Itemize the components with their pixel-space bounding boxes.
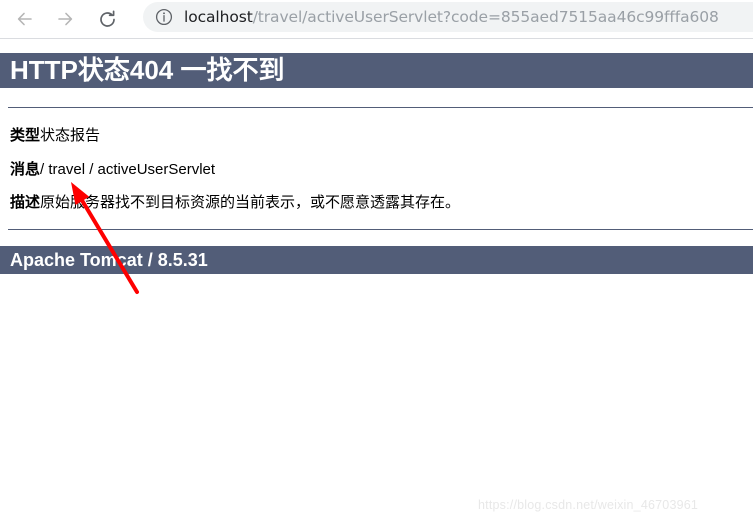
- error-type-row: 类型状态报告: [10, 124, 100, 145]
- error-page-content: HTTP状态404 一找不到 类型状态报告 消息/ travel / activ…: [0, 39, 753, 531]
- divider-top: [8, 107, 753, 108]
- site-info-icon[interactable]: [153, 6, 175, 28]
- divider-bottom: [8, 229, 753, 230]
- error-message-label: 消息: [10, 161, 41, 178]
- error-type-value: 状态报告: [40, 127, 101, 144]
- error-message-row: 消息/ travel / activeUserServlet: [10, 158, 215, 179]
- error-description-label: 描述: [10, 194, 41, 211]
- error-description-value: 原始服务器找不到目标资源的当前表示，或不愿意透露其存在。: [40, 194, 461, 211]
- error-type-label: 类型: [10, 127, 41, 144]
- browser-toolbar: localhost/travel/activeUserServlet?code=…: [0, 0, 753, 38]
- back-button[interactable]: [10, 4, 40, 34]
- address-bar[interactable]: localhost/travel/activeUserServlet?code=…: [143, 2, 753, 32]
- error-description-row: 描述原始服务器找不到目标资源的当前表示，或不愿意透露其存在。: [10, 191, 460, 212]
- reload-icon: [97, 9, 118, 30]
- forward-button[interactable]: [50, 4, 80, 34]
- forward-arrow-icon: [55, 9, 75, 29]
- server-version-footer: Apache Tomcat / 8.5.31: [0, 246, 753, 274]
- back-arrow-icon: [15, 9, 35, 29]
- page-title: HTTP状态404 一找不到: [0, 53, 753, 88]
- error-message-value: / travel / activeUserServlet: [40, 161, 216, 178]
- reload-button[interactable]: [92, 4, 122, 34]
- url-path: /travel/activeUserServlet?code=855aed751…: [252, 8, 719, 26]
- address-bar-url[interactable]: localhost/travel/activeUserServlet?code=…: [184, 2, 719, 32]
- watermark-text: https://blog.csdn.net/weixin_46703961: [478, 498, 699, 512]
- url-host: localhost: [184, 8, 253, 26]
